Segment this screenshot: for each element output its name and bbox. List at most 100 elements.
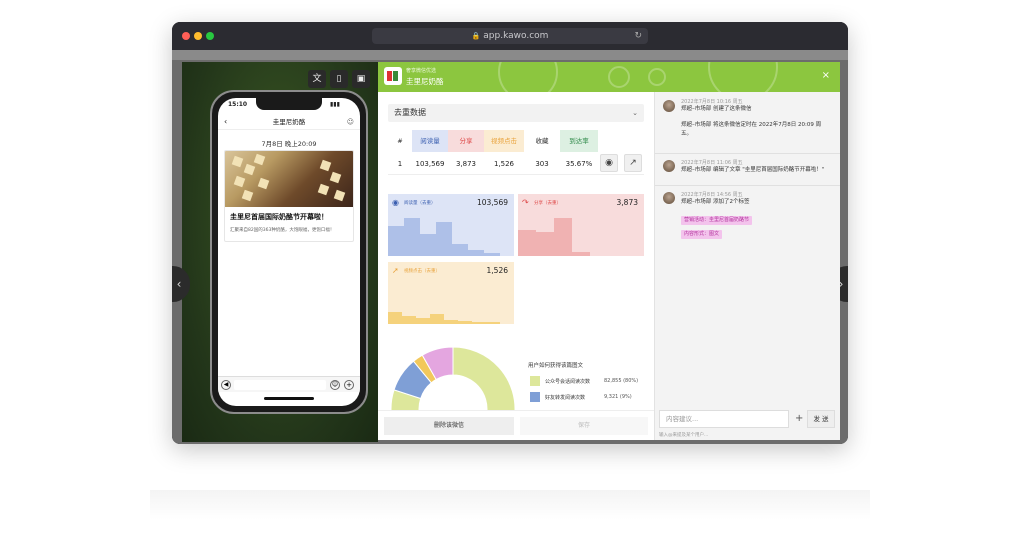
col-header-shares: 分享 [448, 130, 484, 152]
table-cell-favorites: 303 [535, 160, 549, 168]
browser-window: 🔒 app.kawo.com ↻ 文 ▯ ▣ 15:10 ▮▮▮ ‹ 圭里尼奶酪 … [172, 22, 848, 444]
video-card-label: 视频点击（去重） [404, 269, 440, 274]
legend-name-forward: 好友转发阅读次数 [545, 395, 586, 401]
save-button[interactable]: 保存 [520, 417, 648, 435]
phone-notch [256, 98, 322, 110]
col-header-index: # [397, 137, 403, 145]
table-divider [388, 174, 644, 175]
activity-panel: 2022年7月8日 10:16 周五 郑超–市场部 创建了这条微信 郑超–市场部… [654, 92, 840, 440]
background-app-strip [172, 50, 848, 60]
comment-hint: 输入@来提及某个用户... [659, 433, 709, 438]
source-donut-chart [388, 344, 518, 412]
legend-name-session: 公众号会话阅读次数 [545, 379, 591, 385]
shares-card: ↷ 分享（去重） 3,873 [518, 194, 644, 256]
close-icon[interactable]: × [822, 70, 830, 81]
shares-card-label: 分享（去重） [534, 201, 561, 206]
activity-time: 2022年7月8日 11:06 周五 [681, 160, 743, 166]
table-cell-reach-rate: 35.67% [565, 160, 593, 168]
url-text: app.kawo.com [483, 31, 549, 41]
activity-text: 郑超–市场部 编辑了文章 "圭里尼首届国际奶酪节开幕啦！" [681, 167, 825, 173]
phone-screen: 15:10 ▮▮▮ ‹ 圭里尼奶酪 ☺ 7月8日 晚上20:09 圭里尼首届国际… [218, 98, 360, 406]
activity-time: 2022年7月8日 14:56 周五 [681, 192, 743, 198]
activity-text: 郑超–市场部 创建了这条微信 [681, 106, 752, 112]
home-indicator [264, 397, 314, 400]
phone-icon[interactable]: ▯ [330, 70, 348, 88]
avatar [663, 100, 675, 112]
maximize-window-dot[interactable] [206, 32, 214, 40]
plus-icon[interactable]: + [344, 380, 354, 390]
col-header-reads: 阅读量 [412, 130, 448, 152]
translate-icon[interactable]: 文 [308, 70, 326, 88]
shares-card-value: 3,873 [616, 198, 638, 207]
article-description: 汇聚来自82国的363种奶酪，大饱眼福，更饱口福！ [230, 228, 335, 233]
avatar [663, 192, 675, 204]
col-header-video: 视频点击 [484, 130, 524, 152]
eye-icon[interactable]: ◉ [600, 154, 618, 172]
activity-entry: 2022年7月8日 14:56 周五 郑超–市场部 添加了2个标签 营销活动：圭… [655, 186, 840, 256]
address-bar[interactable]: 🔒 app.kawo.com ↻ [372, 28, 648, 44]
cursor-click-icon: ➚ [392, 266, 399, 275]
app-stage: 文 ▯ ▣ 15:10 ▮▮▮ ‹ 圭里尼奶酪 ☺ 7月8日 晚上20:09 圭… [172, 50, 848, 444]
table-cell-video: 1,526 [493, 160, 515, 168]
modal-header: 奢享微信优选 圭里尼奶酪 × [378, 62, 840, 92]
post-detail-modal: 奢享微信优选 圭里尼奶酪 × 去重数据 ⌄ # 阅读量 分享 视频点击 收藏 到… [378, 62, 840, 440]
account-name: 圭里尼奶酪 [406, 77, 444, 86]
phone-input-bar: ◀ ☺ + [218, 376, 360, 392]
activity-text: 郑超–市场部 添加了2个标签 [681, 199, 750, 205]
article-card[interactable]: 圭里尼首届国际奶酪节开幕啦！ 汇聚来自82国的363种奶酪，大饱眼福，更饱口福！ [224, 150, 354, 242]
video-card-value: 1,526 [486, 266, 508, 275]
voice-icon[interactable]: ◀ [221, 380, 231, 390]
delete-post-button[interactable]: 删除该微信 [384, 417, 514, 435]
article-cover-image [225, 151, 353, 207]
chevron-down-icon: ⌄ [632, 109, 638, 117]
phone-preview-panel: 文 ▯ ▣ 15:10 ▮▮▮ ‹ 圭里尼奶酪 ☺ 7月8日 晚上20:09 圭… [182, 62, 378, 442]
legend-value-session: 82,855 (80%) [604, 378, 639, 384]
campaign-tag[interactable]: 营销活动：圭里尼首届奶酪节 [681, 216, 753, 225]
legend-swatch-forward [530, 392, 540, 402]
dedup-select-label: 去重数据 [394, 108, 426, 117]
modal-footer: 删除该微信 保存 [378, 410, 654, 440]
comment-input[interactable]: 内容建议... [659, 410, 789, 428]
eye-icon: ◉ [392, 198, 399, 207]
phone-message-input[interactable] [234, 380, 326, 390]
brand-logo [384, 67, 402, 85]
emoji-icon[interactable]: ☺ [330, 380, 340, 390]
table-cell-index: 1 [397, 160, 403, 168]
article-title: 圭里尼首届国际奶酪节开幕啦！ [230, 213, 328, 221]
video-card: ➚ 视频点击（去重） 1,526 [388, 262, 514, 324]
add-attachment-icon[interactable]: + [795, 410, 805, 428]
external-link-icon[interactable]: ↗ [624, 154, 642, 172]
phone-account-name: 圭里尼奶酪 [272, 118, 306, 126]
activity-entry: 2022年7月8日 10:16 周五 郑超–市场部 创建了这条微信 郑超–市场部… [655, 92, 840, 154]
reads-card-value: 103,569 [476, 198, 508, 207]
col-header-reach-rate: 到达率 [560, 130, 598, 152]
analytics-panel: 去重数据 ⌄ # 阅读量 分享 视频点击 收藏 到达率 1 103,569 3,… [378, 92, 654, 440]
minimize-window-dot[interactable] [194, 32, 202, 40]
donut-legend-title: 用户如何获得该篇图文 [528, 363, 584, 369]
reload-icon[interactable]: ↻ [634, 28, 642, 44]
shares-sparkbars [518, 216, 644, 256]
activity-time: 2022年7月8日 10:16 周五 [681, 99, 743, 105]
signal-battery-icon: ▮▮▮ [330, 101, 340, 108]
legend-swatch-session [530, 376, 540, 386]
dedup-select[interactable]: 去重数据 ⌄ [388, 104, 644, 122]
account-group-label: 奢享微信优选 [406, 68, 437, 74]
share-icon: ↷ [522, 198, 529, 207]
legend-value-forward: 9,321 (9%) [604, 394, 632, 400]
image-icon[interactable]: ▣ [352, 70, 370, 88]
phone-mockup: 15:10 ▮▮▮ ‹ 圭里尼奶酪 ☺ 7月8日 晚上20:09 圭里尼首届国际… [210, 90, 368, 414]
send-button[interactable]: 发 送 [807, 410, 835, 428]
activity-entry: 2022年7月8日 11:06 周五 郑超–市场部 编辑了文章 "圭里尼首届国际… [655, 154, 840, 186]
activity-text: 郑超–市场部 将这条微信定时在 2022年7月8日 20:09 周五。 [681, 122, 822, 137]
close-window-dot[interactable] [182, 32, 190, 40]
user-icon[interactable]: ☺ [347, 114, 354, 130]
video-sparkbars [388, 284, 514, 324]
table-cell-shares: 3,873 [455, 160, 477, 168]
back-icon[interactable]: ‹ [224, 114, 227, 130]
avatar [663, 160, 675, 172]
phone-time: 15:10 [228, 101, 248, 108]
content-type-tag[interactable]: 内容形式：图文 [681, 230, 723, 239]
reads-card-label: 阅读量（去重） [404, 201, 436, 206]
lock-icon: 🔒 [471, 32, 481, 40]
reads-card: ◉ 阅读量（去重） 103,569 [388, 194, 514, 256]
